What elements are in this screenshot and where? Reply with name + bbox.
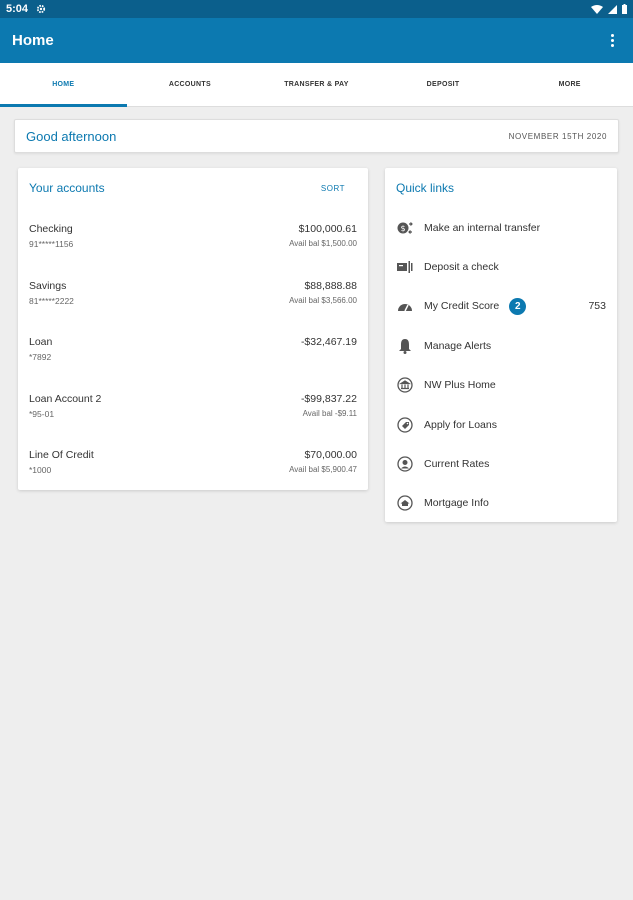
account-name: Checking bbox=[29, 223, 73, 235]
current-date: NOVEMBER 15TH 2020 bbox=[508, 131, 607, 141]
accounts-card: Your accounts SORT Checking 91*****1156 $… bbox=[18, 168, 368, 490]
account-available: Avail bal $1,500.00 bbox=[289, 239, 357, 248]
gauge-icon bbox=[396, 297, 414, 315]
quick-link-label: Mortgage Info bbox=[424, 497, 489, 510]
notification-badge: 2 bbox=[509, 297, 527, 315]
account-number: *1000 bbox=[29, 465, 52, 475]
tab-bar: HOME ACCOUNTS TRANSFER & PAY DEPOSIT MOR… bbox=[0, 63, 633, 107]
greeting-text: Good afternoon bbox=[26, 128, 117, 144]
tab-deposit[interactable]: DEPOSIT bbox=[380, 63, 507, 106]
bank-icon bbox=[396, 376, 414, 394]
quick-link-internal-transfer[interactable]: $ Make an internal transfer bbox=[385, 208, 617, 247]
account-balance: $70,000.00 bbox=[304, 449, 357, 461]
quick-links-card: Quick links $ Make an internal transfer … bbox=[385, 168, 617, 522]
account-available: Avail bal -$9.11 bbox=[302, 408, 357, 418]
house-icon bbox=[396, 494, 414, 512]
account-number: 91*****1156 bbox=[29, 239, 74, 249]
signal-icon bbox=[608, 4, 617, 14]
tab-transfer-pay[interactable]: TRANSFER & PAY bbox=[253, 63, 380, 106]
quick-link-nw-plus-home[interactable]: NW Plus Home bbox=[385, 366, 617, 405]
accounts-title: Your accounts bbox=[29, 181, 105, 195]
tab-home[interactable]: HOME bbox=[0, 63, 127, 107]
account-row-loan[interactable]: Loan *7892 -$32,467.19 bbox=[18, 321, 368, 378]
quick-links-title: Quick links bbox=[396, 181, 455, 195]
quick-link-label: My Credit Score bbox=[424, 300, 500, 313]
account-balance: -$32,467.19 bbox=[300, 336, 357, 348]
sort-button[interactable]: SORT bbox=[321, 184, 345, 193]
wifi-icon bbox=[591, 4, 603, 14]
greeting-banner: Good afternoon NOVEMBER 15TH 2020 bbox=[14, 119, 619, 153]
account-name: Loan Account 2 bbox=[29, 392, 102, 405]
quick-link-label: Manage Alerts bbox=[424, 339, 492, 352]
account-available: Avail bal $5,900.47 bbox=[289, 465, 357, 474]
rates-icon bbox=[396, 455, 414, 473]
bell-icon bbox=[396, 337, 414, 355]
quick-link-label: Apply for Loans bbox=[424, 418, 497, 431]
account-row-loan-account-2[interactable]: Loan Account 2 *95-01 -$99,837.22 Avail ba… bbox=[18, 378, 368, 435]
page-title: Home bbox=[12, 32, 54, 49]
battery-icon bbox=[622, 4, 627, 14]
quick-link-manage-alerts[interactable]: Manage Alerts bbox=[385, 326, 617, 365]
quick-link-apply-loans[interactable]: Apply for Loans bbox=[385, 405, 617, 444]
account-balance: $88,888.88 bbox=[304, 279, 357, 292]
quick-link-label: Deposit a check bbox=[424, 261, 499, 274]
quick-link-label: Make an internal transfer bbox=[424, 221, 541, 234]
credit-score-value: 753 bbox=[588, 300, 606, 313]
status-bar: 5:04 bbox=[0, 0, 633, 18]
svg-text:$: $ bbox=[400, 224, 405, 233]
gear-icon bbox=[36, 4, 46, 14]
account-row-savings[interactable]: Savings 81*****2222 $88,888.88 Avail bal $… bbox=[18, 265, 368, 322]
account-row-line-of-credit[interactable]: Line Of Credit *1000 $70,000.00 Avail bal … bbox=[18, 434, 368, 491]
transfer-icon: $ bbox=[396, 219, 414, 237]
app-bar: Home bbox=[0, 18, 633, 63]
account-available: Avail bal $3,566.00 bbox=[289, 295, 357, 305]
quick-link-deposit-check[interactable]: Deposit a check bbox=[385, 247, 617, 286]
account-name: Loan bbox=[29, 336, 53, 348]
tag-icon bbox=[396, 416, 414, 434]
account-balance: -$99,837.22 bbox=[300, 392, 357, 405]
tab-more[interactable]: MORE bbox=[506, 63, 633, 106]
quick-link-credit-score[interactable]: My Credit Score 2 753 bbox=[385, 287, 617, 326]
account-name: Line Of Credit bbox=[29, 449, 94, 461]
account-balance: $100,000.61 bbox=[298, 223, 357, 235]
status-time: 5:04 bbox=[6, 3, 29, 15]
account-name: Savings bbox=[29, 279, 67, 292]
overflow-menu-icon[interactable] bbox=[603, 28, 621, 54]
quick-link-label: NW Plus Home bbox=[424, 379, 496, 392]
account-number: *7892 bbox=[29, 352, 52, 362]
quick-link-mortgage-info[interactable]: Mortgage Info bbox=[385, 484, 617, 523]
account-row-checking[interactable]: Checking 91*****1156 $100,000.61 Avail bal… bbox=[18, 208, 368, 265]
quick-link-label: Current Rates bbox=[424, 458, 490, 471]
check-deposit-icon bbox=[396, 258, 414, 276]
tab-accounts[interactable]: ACCOUNTS bbox=[127, 63, 254, 106]
account-number: 81*****2222 bbox=[29, 295, 74, 306]
account-number: *95-01 bbox=[29, 408, 55, 419]
quick-link-current-rates[interactable]: Current Rates bbox=[385, 444, 617, 483]
